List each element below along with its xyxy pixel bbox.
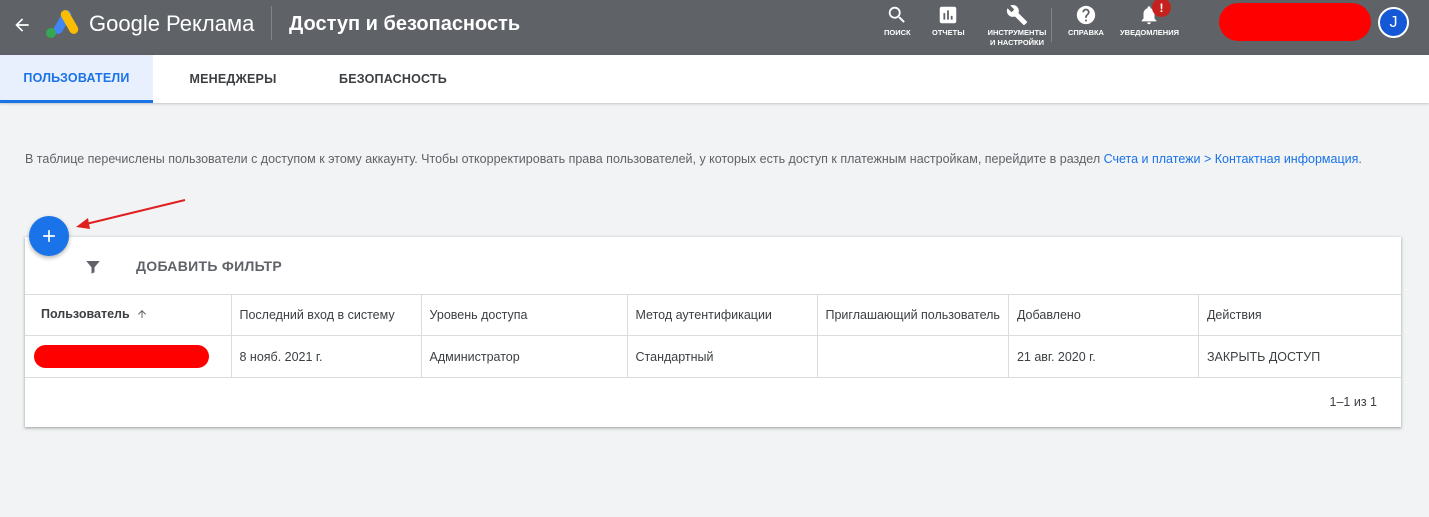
column-header-auth-method[interactable]: Метод аутентификации xyxy=(627,294,818,336)
top-app-bar: Google Реклама Доступ и безопасность ПОИ… xyxy=(0,0,1429,55)
description-end: . xyxy=(1358,152,1362,166)
tools-settings-label: ИНСТРУМЕНТЫ И НАСТРОЙКИ xyxy=(987,28,1047,47)
tab-managers[interactable]: МЕНЕДЖЕРЫ xyxy=(153,55,313,103)
title-divider xyxy=(271,6,272,40)
users-table: Пользователь Последний вход в систему Ур… xyxy=(25,294,1401,378)
tab-users[interactable]: ПОЛЬЗОВАТЕЛИ xyxy=(0,55,153,103)
cell-user xyxy=(25,335,232,378)
column-header-user[interactable]: Пользователь xyxy=(25,294,232,336)
page-description: В таблице перечислены пользователи с дос… xyxy=(25,151,1405,167)
back-arrow-icon[interactable] xyxy=(8,11,36,39)
brand-name[interactable]: Google Реклама xyxy=(89,10,254,38)
wrench-icon xyxy=(1006,5,1028,26)
help-tool-button[interactable]: СПРАВКА xyxy=(1068,4,1104,38)
tab-security[interactable]: БЕЗОПАСНОСТЬ xyxy=(313,55,473,103)
redacted-account-info xyxy=(1219,3,1371,41)
plus-icon xyxy=(43,230,55,242)
search-icon xyxy=(889,6,906,23)
column-header-inviter[interactable]: Приглашающий пользователь xyxy=(817,294,1009,336)
column-header-added[interactable]: Добавлено xyxy=(1008,294,1199,336)
pagination-info: 1–1 из 1 xyxy=(1329,395,1377,409)
cell-auth-method: Стандартный xyxy=(627,335,818,378)
cell-access-level[interactable]: Администратор xyxy=(421,335,628,378)
help-tool-label: СПРАВКА xyxy=(1068,28,1104,37)
reports-tool-label: ОТЧЕТЫ xyxy=(932,28,965,37)
sort-arrow-up-icon[interactable] xyxy=(136,308,148,323)
search-tool-label: ПОИСК xyxy=(884,28,911,37)
redacted-user-email xyxy=(34,345,209,368)
tools-settings-button[interactable]: ИНСТРУМЕНТЫ И НАСТРОЙКИ xyxy=(985,4,1049,48)
billing-contact-link[interactable]: Счета и платежи > Контактная информация xyxy=(1104,152,1359,166)
add-filter-button[interactable]: ДОБАВИТЬ ФИЛЬТР xyxy=(136,258,282,274)
reports-tool-button[interactable]: ОТЧЕТЫ xyxy=(932,4,965,38)
page-title: Доступ и безопасность xyxy=(289,13,521,35)
tab-bar: ПОЛЬЗОВАТЕЛИ МЕНЕДЖЕРЫ БЕЗОПАСНОСТЬ xyxy=(0,55,1429,103)
description-text: В таблице перечислены пользователи с дос… xyxy=(25,152,1104,166)
column-header-last-login[interactable]: Последний вход в систему xyxy=(231,294,422,336)
help-icon xyxy=(1076,5,1096,25)
filter-icon[interactable] xyxy=(84,258,102,281)
add-user-button[interactable] xyxy=(29,216,69,256)
cell-last-login: 8 нояб. 2021 г. xyxy=(231,335,422,378)
google-ads-logo-icon[interactable] xyxy=(45,9,79,39)
users-card: ДОБАВИТЬ ФИЛЬТР Пользователь Последний в… xyxy=(25,237,1401,427)
search-tool-button[interactable]: ПОИСК xyxy=(884,4,911,38)
cell-actions: ЗАКРЫТЬ ДОСТУП xyxy=(1198,335,1401,378)
table-row: 8 нояб. 2021 г. Администратор Стандартны… xyxy=(25,335,1401,378)
table-header-row: Пользователь Последний вход в систему Ур… xyxy=(25,294,1401,336)
cell-added: 21 авг. 2020 г. xyxy=(1008,335,1199,378)
cell-inviter xyxy=(817,335,1009,378)
reports-icon xyxy=(940,6,957,24)
revoke-access-button[interactable]: ЗАКРЫТЬ ДОСТУП xyxy=(1207,350,1320,364)
annotation-arrow-icon xyxy=(76,199,186,229)
avatar[interactable]: J xyxy=(1378,7,1409,38)
column-header-actions: Действия xyxy=(1198,294,1401,336)
toolbar-divider xyxy=(1051,8,1052,42)
notifications-tool-label: УВЕДОМЛЕНИЯ xyxy=(1120,28,1179,37)
column-header-access-level[interactable]: Уровень доступа xyxy=(421,294,628,336)
